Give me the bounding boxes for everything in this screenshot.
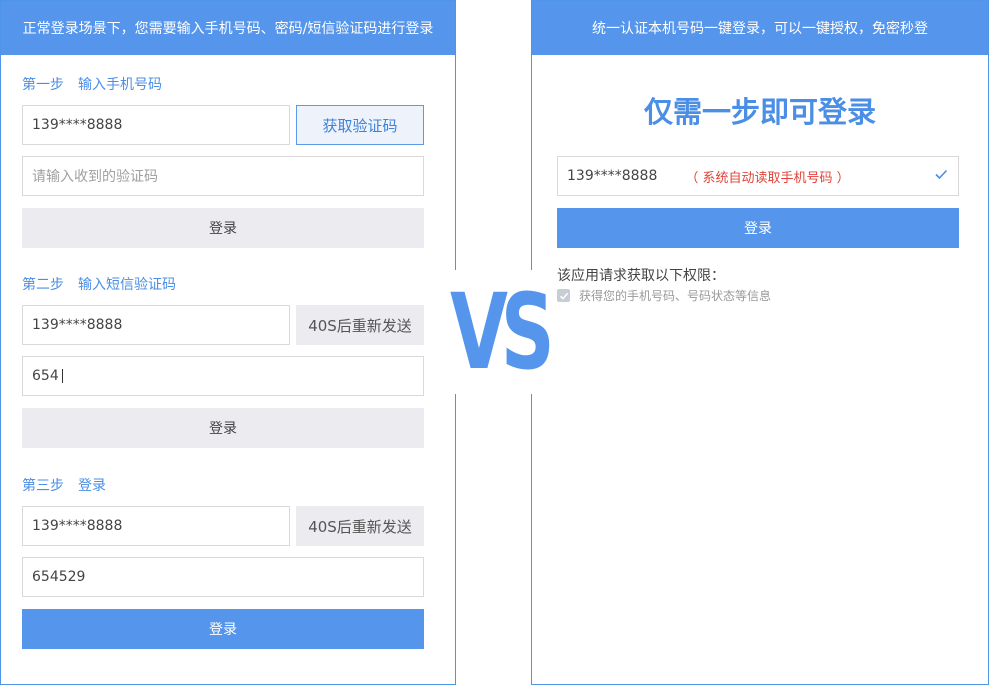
step1-login-label: 登录 xyxy=(209,221,237,237)
left-header-text: 正常登录场景下，您需要输入手机号码、密码/短信验证码进行登录 xyxy=(22,21,434,37)
step1-phone-value: 139****8888 xyxy=(32,117,123,133)
right-header-text: 统一认证本机号码一键登录，可以一键授权，免密秒登 xyxy=(592,21,928,37)
text-cursor xyxy=(61,369,63,383)
permission-item[interactable]: 获得您的手机号码、号码状态等信息 xyxy=(557,287,771,304)
step2-title: 第二步 输入短信验证码 xyxy=(22,277,176,293)
step3-code-input[interactable]: 654529 xyxy=(22,557,424,597)
step2-phone-value: 139****8888 xyxy=(32,317,123,333)
step3-code-value: 654529 xyxy=(32,569,86,585)
auto-phone-input[interactable]: 139****8888 （ 系统自动读取手机号码 ） xyxy=(557,156,959,196)
step2-resend-button[interactable]: 40S后重新发送 xyxy=(296,305,424,345)
auto-read-hint: （ 系统自动读取手机号码 ） xyxy=(685,170,850,186)
step2-login-button[interactable]: 登录 xyxy=(22,408,424,448)
checkbox-checked-icon[interactable] xyxy=(557,289,570,302)
get-code-label: 获取验证码 xyxy=(322,116,398,135)
check-icon xyxy=(935,169,948,180)
step1-code-placeholder: 请输入收到的验证码 xyxy=(32,169,158,185)
step2-login-label: 登录 xyxy=(209,421,237,437)
step2-phone-input[interactable]: 139****8888 xyxy=(22,305,290,345)
one-click-login-label: 登录 xyxy=(744,221,772,237)
traditional-login-panel: 正常登录场景下，您需要输入手机号码、密码/短信验证码进行登录 第一步 输入手机号… xyxy=(0,0,456,685)
left-panel-header: 正常登录场景下，您需要输入手机号码、密码/短信验证码进行登录 xyxy=(1,1,455,55)
step3-resend-label: 40S后重新发送 xyxy=(308,517,412,536)
step3-phone-input[interactable]: 139****8888 xyxy=(22,506,290,546)
step2-resend-label: 40S后重新发送 xyxy=(308,316,412,335)
permission-item-label: 获得您的手机号码、号码状态等信息 xyxy=(579,289,772,303)
step2-code-value: 654 xyxy=(32,368,59,384)
vs-badge: VS xyxy=(444,270,555,394)
one-step-title: 仅需一步即可登录 xyxy=(643,95,876,129)
one-click-login-panel: 统一认证本机号码一键登录，可以一键授权，免密秒登 仅需一步即可登录 139***… xyxy=(531,0,989,685)
step2-code-input[interactable]: 654 xyxy=(22,356,424,396)
vs-label: VS xyxy=(450,271,555,393)
right-panel-header: 统一认证本机号码一键登录，可以一键授权，免密秒登 xyxy=(532,1,988,55)
step3-login-button[interactable]: 登录 xyxy=(22,609,424,649)
auto-phone-value: 139****8888 xyxy=(567,168,658,184)
step3-title: 第三步 登录 xyxy=(22,478,106,494)
step1-phone-input[interactable]: 139****8888 xyxy=(22,105,290,145)
permission-title: 该应用请求获取以下权限： xyxy=(557,268,725,284)
step1-code-input[interactable]: 请输入收到的验证码 xyxy=(22,156,424,196)
one-click-login-button[interactable]: 登录 xyxy=(557,208,959,248)
step1-login-button[interactable]: 登录 xyxy=(22,208,424,248)
get-code-button[interactable]: 获取验证码 xyxy=(296,105,424,145)
step3-login-label: 登录 xyxy=(209,622,237,638)
step3-resend-button[interactable]: 40S后重新发送 xyxy=(296,506,424,546)
step1-title: 第一步 输入手机号码 xyxy=(22,77,162,93)
step3-phone-value: 139****8888 xyxy=(32,518,123,534)
